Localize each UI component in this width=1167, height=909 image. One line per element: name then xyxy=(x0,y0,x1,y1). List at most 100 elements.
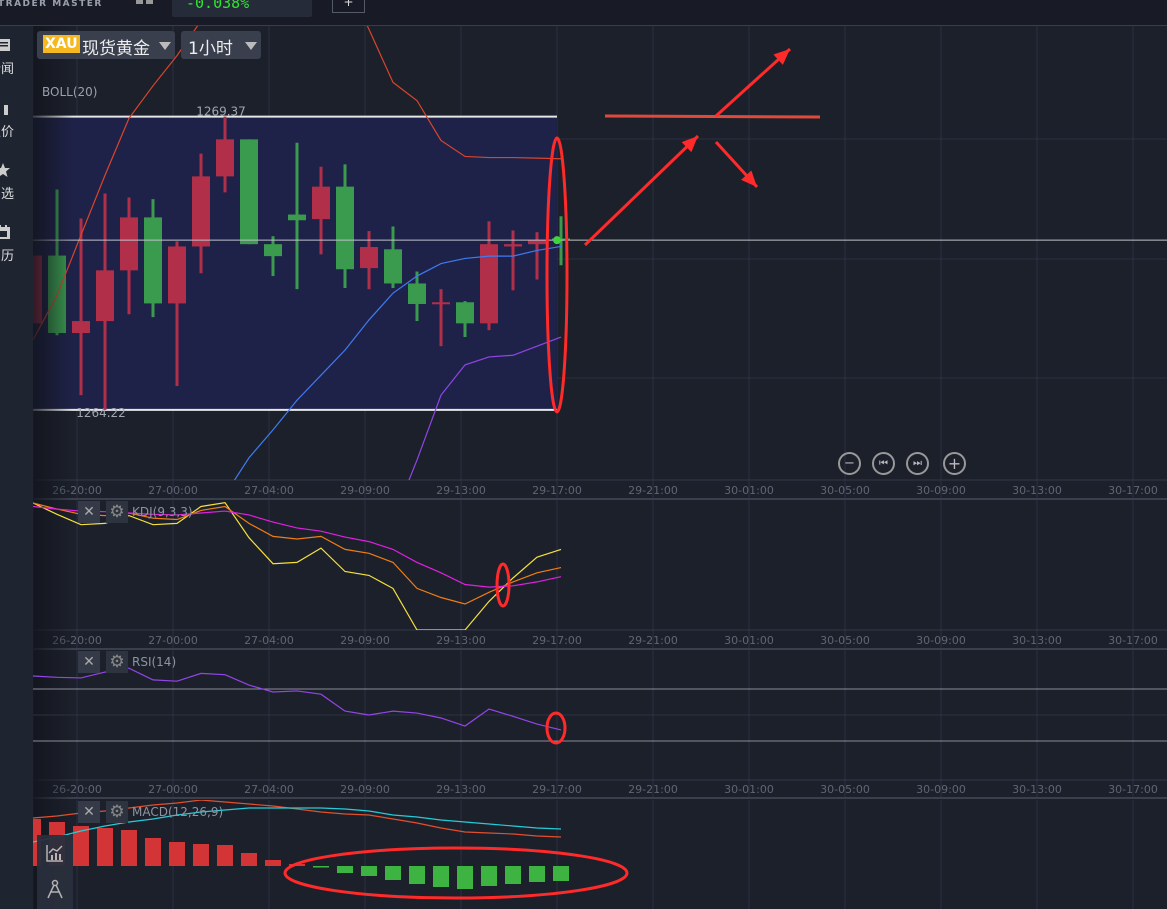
price-change-percent: -0.038% xyxy=(186,0,250,12)
macd-histogram-bar xyxy=(505,866,521,884)
time-axis-label: 30-13:00 xyxy=(1012,484,1062,497)
annotation-arrow xyxy=(583,134,700,247)
compass-drawing-icon[interactable] xyxy=(45,879,65,899)
candle-body xyxy=(96,270,114,322)
time-axis-label: 30-17:00 xyxy=(1108,484,1158,497)
macd-histogram-bar xyxy=(433,866,449,887)
candle-body xyxy=(384,249,402,284)
boll-indicator-label: BOLL(20) xyxy=(42,85,98,99)
quotes-icon xyxy=(4,105,8,115)
candle-body xyxy=(72,321,90,334)
chevron-down-icon xyxy=(245,42,257,50)
annotation-oval-macd xyxy=(283,846,629,900)
kdj-indicator-chip: ✕ ⚙ KDJ(9,3,3) xyxy=(78,501,193,523)
gear-icon[interactable]: ⚙ xyxy=(106,501,128,523)
time-axis-label: 29-13:00 xyxy=(436,484,486,497)
symbol-selector[interactable]: XAU 现货黄金 xyxy=(37,31,175,59)
candle-body xyxy=(168,246,186,304)
macd-histogram-bar xyxy=(121,830,137,866)
time-axis-label: 30-01:00 xyxy=(724,484,774,497)
macd-histogram-bar xyxy=(457,866,473,889)
scroll-end-button[interactable]: ⏭ xyxy=(906,452,929,475)
time-axis-label: 27-00:00 xyxy=(148,484,198,497)
macd-histogram-bar xyxy=(553,866,569,881)
candle-body xyxy=(432,302,450,305)
macd-histogram-bar xyxy=(193,844,209,866)
add-button[interactable]: + xyxy=(332,0,365,13)
rsi-label: RSI(14) xyxy=(132,655,177,669)
time-axis-label: 27-04:00 xyxy=(244,634,294,647)
macd-histogram-bar xyxy=(313,866,329,868)
chart-area[interactable]: 26-20:00 27-00:00 27-04:00 29-09:00 29-13:00… xyxy=(33,26,1167,909)
macd-label: MACD(12,26,9) xyxy=(132,805,224,819)
time-axis-label: 29-21:00 xyxy=(628,634,678,647)
candle-body xyxy=(456,302,474,324)
time-axis-label: 30-09:00 xyxy=(916,783,966,796)
macd-histogram-bar xyxy=(97,828,113,866)
candle-body xyxy=(192,176,210,247)
annotation-line xyxy=(604,114,821,119)
macd-histogram-bar xyxy=(361,866,377,876)
star-icon xyxy=(0,163,10,177)
time-axis-label: 29-17:00 xyxy=(532,634,582,647)
candle-body xyxy=(144,217,162,304)
close-icon[interactable]: ✕ xyxy=(78,501,100,523)
sidebar-item-label: 报价 xyxy=(0,125,14,140)
price-change-box: -0.038% xyxy=(172,0,312,17)
time-axis-label: 30-17:00 xyxy=(1108,634,1158,647)
time-axis-label: 29-09:00 xyxy=(340,484,390,497)
zoom-out-button[interactable]: − xyxy=(838,452,861,475)
time-axis-label: 27-00:00 xyxy=(148,634,198,647)
low-price-label: 1264.22 xyxy=(76,406,126,420)
candle-body xyxy=(264,244,282,257)
time-axis-label: 30-05:00 xyxy=(820,484,870,497)
candle-body xyxy=(360,247,378,269)
close-icon[interactable]: ✕ xyxy=(78,651,100,673)
time-axis-label: 29-17:00 xyxy=(532,783,582,796)
arrow-shaft xyxy=(583,134,700,247)
annotation-arrow-down xyxy=(714,140,759,189)
time-axis-label: 27-04:00 xyxy=(244,783,294,796)
time-axis-label: 29-21:00 xyxy=(628,783,678,796)
chevron-down-icon xyxy=(159,42,171,50)
candle-body xyxy=(240,139,258,245)
gear-icon[interactable]: ⚙ xyxy=(106,801,128,823)
top-bar: TRADER MASTER -0.038% + xyxy=(0,0,1167,26)
time-axis-label: 29-09:00 xyxy=(340,634,390,647)
time-axis-label: 29-13:00 xyxy=(436,634,486,647)
layout-icon[interactable] xyxy=(136,0,154,4)
sidebar-item-label: 自选 xyxy=(0,187,14,202)
candle-body xyxy=(504,244,522,247)
annotation-oval-rsi xyxy=(545,711,567,745)
macd-histogram-bar xyxy=(169,842,185,866)
rsi-indicator-chip: ✕ ⚙ RSI(14) xyxy=(78,651,176,673)
sidebar-item-label: 日历 xyxy=(0,249,14,264)
time-axis-label: 30-17:00 xyxy=(1108,783,1158,796)
candle-body xyxy=(408,283,426,304)
kdj-label: KDJ(9,3,3) xyxy=(132,505,193,519)
macd-histogram-bar xyxy=(409,866,425,884)
time-axis-label: 30-09:00 xyxy=(916,634,966,647)
period-selector[interactable]: 1小时 xyxy=(181,31,261,59)
gear-icon[interactable]: ⚙ xyxy=(106,651,128,673)
symbol-code-badge: XAU xyxy=(43,35,80,53)
time-axis-label: 29-09:00 xyxy=(340,783,390,796)
time-axis-label: 29-17:00 xyxy=(532,484,582,497)
macd-histogram-bar xyxy=(241,853,257,866)
candle-body xyxy=(336,186,354,270)
indicator-chart-icon[interactable] xyxy=(45,843,65,863)
time-axis-label: 30-01:00 xyxy=(724,634,774,647)
candle-body xyxy=(120,217,138,271)
macd-histogram-bar xyxy=(385,866,401,880)
news-icon xyxy=(0,39,10,51)
macd-indicator-chip: ✕ ⚙ MACD(12,26,9) xyxy=(78,801,223,823)
macd-histogram-bar xyxy=(217,845,233,866)
logo-text: TRADER MASTER xyxy=(0,0,103,9)
time-axis-label: 27-00:00 xyxy=(148,783,198,796)
zoom-in-button[interactable]: + xyxy=(943,452,966,475)
high-price-label: 1269.37 xyxy=(196,105,246,119)
calendar-icon xyxy=(0,225,10,239)
current-price-marker xyxy=(553,236,561,245)
close-icon[interactable]: ✕ xyxy=(78,801,100,823)
scroll-start-button[interactable]: ⏮ xyxy=(872,452,895,475)
